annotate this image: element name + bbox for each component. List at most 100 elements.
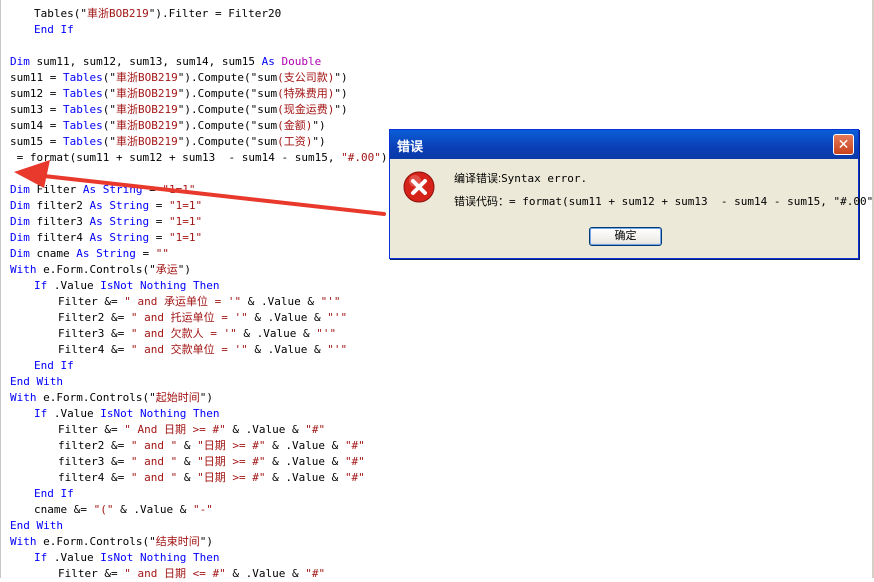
dialog-titlebar[interactable]: 错误 ✕ (390, 130, 858, 159)
code-keyword: String (102, 183, 143, 196)
code-line[interactable]: End If (10, 358, 388, 374)
code-line[interactable]: Filter4 &= " and 交款单位 = '" & .Value & "'… (10, 342, 388, 358)
code-keyword: Dim (10, 247, 30, 260)
code-line[interactable]: Tables("車浙BOB219").Filter = Filter20 (10, 6, 388, 22)
code-text: & .Value & (265, 439, 345, 452)
code-line[interactable]: With e.Form.Controls("结束时间") (10, 534, 388, 550)
code-line[interactable]: sum11 = Tables("車浙BOB219").Compute("sum(… (10, 70, 388, 86)
code-text: Filter &= (58, 295, 125, 308)
code-line[interactable]: filter2 &= " and " & "日期 >= #" & .Value … (10, 438, 388, 454)
code-keyword: End If (34, 23, 74, 36)
code-string: "#" (305, 567, 326, 580)
code-line[interactable]: With e.Form.Controls("起始时间") (10, 390, 388, 406)
code-keyword: IsNot Nothing Then (100, 551, 220, 564)
code-keyword: If (34, 407, 48, 420)
code-line[interactable]: End With (10, 518, 388, 534)
code-line[interactable]: sum14 = Tables("車浙BOB219").Compute("sum(… (10, 118, 388, 134)
code-line[interactable]: End If (10, 22, 388, 38)
code-text: Filter2 &= (58, 311, 131, 324)
code-keyword: As (89, 199, 103, 212)
close-icon: ✕ (837, 136, 850, 152)
code-string: "日期 >= #" (197, 471, 266, 484)
code-line[interactable]: End With (10, 374, 388, 390)
code-text: ").Compute("sum (177, 87, 278, 100)
code-text: = (149, 215, 169, 228)
code-text: & .Value & (247, 311, 328, 324)
close-button[interactable]: ✕ (833, 134, 854, 155)
code-line[interactable]: Dim Filter As String = "1=1" (10, 182, 388, 198)
error-dialog: 错误 ✕ 编译错误:Syntax error. 错误代码：= format(su… (389, 129, 874, 259)
dialog-title: 错误 (397, 139, 424, 154)
code-editor[interactable]: Tables("車浙BOB219").Filter = Filter20 End … (0, 0, 874, 580)
code-text: & .Value & (113, 503, 193, 516)
code-keyword: If (34, 551, 48, 564)
code-line[interactable]: Dim filter4 As String = "1=1" (10, 230, 388, 246)
code-string: "#.00" (341, 151, 381, 164)
code-keyword: If (34, 279, 48, 292)
code-string: (现金运费) (277, 103, 335, 116)
code-line[interactable]: Filter2 &= " and 托运单位 = '" & .Value & "'… (10, 310, 388, 326)
code-line[interactable]: If .Value IsNot Nothing Then (10, 406, 388, 422)
code-line[interactable]: With e.Form.Controls("承运") (10, 262, 388, 278)
code-line[interactable]: Filter &= " and 日期 <= #" & .Value & "#" (10, 566, 388, 582)
code-line[interactable]: sum15 = Tables("車浙BOB219").Compute("sum(… (10, 134, 388, 150)
code-line[interactable]: Dim sum11, sum12, sum13, sum14, sum15 As… (10, 54, 388, 70)
code-string: "#" (305, 423, 326, 436)
code-text: & .Value & (225, 567, 306, 580)
code-line[interactable]: filter4 &= " and " & "日期 >= #" & .Value … (10, 470, 388, 486)
code-line[interactable]: Filter &= " And 日期 >= #" & .Value & "#" (10, 422, 388, 438)
code-keyword: IsNot Nothing Then (100, 279, 220, 292)
code-keyword: Tables (62, 87, 103, 100)
code-line[interactable]: = format(sum11 + sum12 + sum13 - sum14 -… (10, 150, 388, 166)
code-text: e.Form.Controls(" (36, 391, 156, 404)
code-text: (" (102, 103, 116, 116)
code-line[interactable]: If .Value IsNot Nothing Then (10, 278, 388, 294)
code-type: Double (281, 55, 322, 68)
code-line[interactable] (10, 166, 388, 182)
code-line[interactable] (10, 38, 388, 54)
code-text: filter3 (29, 215, 90, 228)
code-string: "#" (344, 471, 365, 484)
code-string: "(" (93, 503, 114, 516)
code-line[interactable]: Dim filter2 As String = "1=1" (10, 198, 388, 214)
code-keyword: Tables (62, 119, 103, 132)
code-text: Filter (29, 183, 83, 196)
code-string: (特殊费用) (277, 87, 335, 100)
error-message-value: Syntax error. (501, 172, 588, 185)
code-text: ").Filter = Filter20 (148, 7, 282, 20)
code-keyword: IsNot Nothing Then (100, 407, 220, 420)
code-line[interactable]: Filter &= " and 承运单位 = '" & .Value & "'" (10, 294, 388, 310)
code-text: (" (102, 71, 116, 84)
code-keyword: As (89, 231, 103, 244)
code-keyword: As (82, 183, 97, 196)
code-keyword: As (89, 215, 103, 228)
code-keyword: With (10, 391, 37, 404)
code-text: sum14 = (10, 119, 63, 132)
code-text: = (149, 231, 169, 244)
code-text: & .Value & (265, 455, 345, 468)
code-line[interactable]: End If (10, 486, 388, 502)
code-text: ").Compute("sum (177, 71, 278, 84)
code-line[interactable]: filter3 &= " and " & "日期 >= #" & .Value … (10, 454, 388, 470)
code-text: Filter &= (58, 567, 125, 580)
ok-button[interactable]: 确定 (589, 227, 662, 246)
code-text: = (142, 183, 163, 196)
code-text: ").Compute("sum (177, 135, 278, 148)
code-text: filter2 &= (58, 439, 131, 452)
code-line[interactable]: If .Value IsNot Nothing Then (10, 550, 388, 566)
code-string: " and " (130, 471, 178, 484)
error-message: 编译错误:Syntax error. (454, 170, 587, 186)
code-string: "-" (192, 503, 213, 516)
code-keyword: As (76, 247, 90, 260)
code-line[interactable]: sum13 = Tables("車浙BOB219").Compute("sum(… (10, 102, 388, 118)
code-line[interactable]: Dim filter3 As String = "1=1" (10, 214, 388, 230)
code-line[interactable]: sum12 = Tables("車浙BOB219").Compute("sum(… (10, 86, 388, 102)
code-string: 结束时间 (155, 535, 200, 548)
code-line[interactable]: cname &= "(" & .Value & "-" (10, 502, 388, 518)
code-string: (金额) (277, 119, 313, 132)
code-line[interactable]: Filter3 &= " and 欠款人 = '" & .Value & "'" (10, 326, 388, 342)
code-line[interactable]: Dim cname As String = "" (10, 246, 388, 262)
code-text: & .Value & (241, 295, 321, 308)
